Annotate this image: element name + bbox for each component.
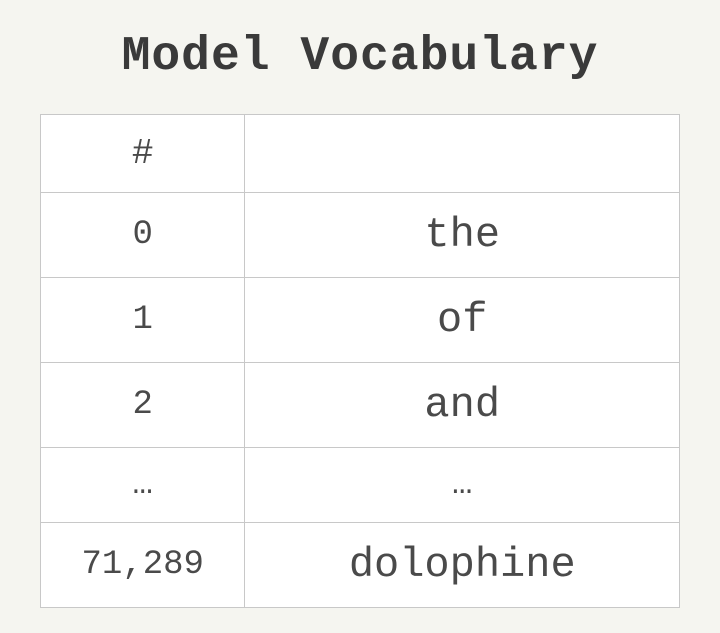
page-title: Model Vocabulary xyxy=(40,30,680,84)
table-row: … … xyxy=(41,448,680,523)
table-row: 1 of xyxy=(41,278,680,363)
cell-index-ellipsis: … xyxy=(41,448,245,523)
cell-word: and xyxy=(245,363,680,448)
cell-word: dolophine xyxy=(245,523,680,608)
table-header-row: # xyxy=(41,115,680,193)
table-row: 71,289 dolophine xyxy=(41,523,680,608)
cell-word-ellipsis: … xyxy=(245,448,680,523)
cell-index: 2 xyxy=(41,363,245,448)
cell-index: 0 xyxy=(41,193,245,278)
cell-word: the xyxy=(245,193,680,278)
table-row: 0 the xyxy=(41,193,680,278)
table-row: 2 and xyxy=(41,363,680,448)
cell-index: 71,289 xyxy=(41,523,245,608)
cell-word: of xyxy=(245,278,680,363)
vocabulary-table: # 0 the 1 of 2 and … … 71,289 dolophine xyxy=(40,114,680,608)
cell-index: 1 xyxy=(41,278,245,363)
header-index: # xyxy=(41,115,245,193)
header-word xyxy=(245,115,680,193)
